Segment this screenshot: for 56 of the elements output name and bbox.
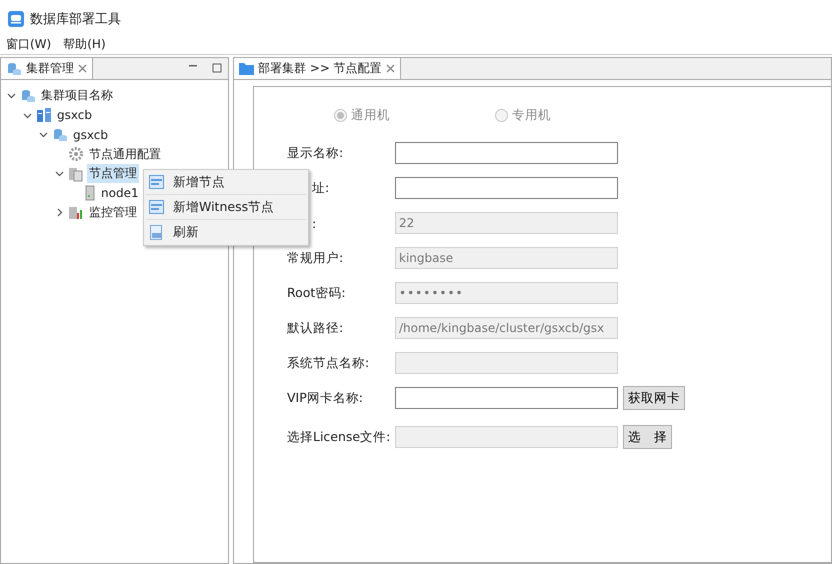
chevron-icon[interactable] bbox=[38, 130, 48, 140]
form-icon bbox=[149, 200, 164, 214]
tree-item[interactable]: gsxcb bbox=[71, 126, 110, 143]
editor-tab[interactable]: 部署集群 >> 节点配置 bbox=[234, 58, 401, 79]
input-field[interactable] bbox=[395, 177, 618, 199]
tree-item[interactable]: gsxcb bbox=[55, 107, 94, 124]
close-icon[interactable] bbox=[386, 64, 395, 73]
context-menu-item[interactable]: 刷新 bbox=[146, 220, 306, 245]
action-button[interactable]: 选 择 bbox=[623, 425, 672, 449]
gear-icon bbox=[68, 146, 84, 162]
input-field[interactable] bbox=[395, 142, 618, 164]
tree-item[interactable]: 监控管理 bbox=[87, 203, 139, 222]
chevron-icon[interactable] bbox=[6, 91, 16, 100]
field-label: 显示名称: bbox=[287, 144, 344, 162]
close-icon[interactable] bbox=[78, 64, 87, 73]
panel-tab[interactable]: 集群管理 bbox=[1, 58, 93, 79]
field-label: 常规用户: bbox=[287, 250, 344, 266]
radio-icon[interactable] bbox=[334, 109, 347, 122]
field-label: 址: bbox=[311, 180, 330, 196]
server-icon bbox=[68, 166, 84, 182]
field-label: : bbox=[311, 216, 318, 230]
input-field[interactable]: 22 bbox=[395, 212, 618, 234]
input-field[interactable]: kingbase bbox=[395, 247, 618, 269]
chevron-icon[interactable] bbox=[54, 169, 64, 178]
server-icon bbox=[84, 185, 96, 202]
document-icon bbox=[149, 225, 164, 240]
maximize-icon[interactable] bbox=[212, 63, 222, 73]
form-icon bbox=[149, 175, 164, 189]
menu-item[interactable]: 帮助(H) bbox=[63, 36, 106, 52]
database-icon bbox=[52, 126, 68, 143]
tree-item[interactable]: 节点通用配置 bbox=[87, 144, 163, 164]
window-title: 数据库部署工具 bbox=[30, 11, 121, 28]
input-field[interactable] bbox=[395, 387, 618, 409]
app-icon bbox=[8, 11, 24, 27]
chart-icon bbox=[68, 204, 84, 221]
field-label: 系统节点名称: bbox=[287, 354, 370, 372]
tree-item[interactable]: 节点管理 bbox=[87, 164, 139, 184]
database-icon bbox=[6, 60, 22, 76]
chevron-icon[interactable] bbox=[54, 208, 64, 218]
input-field[interactable]: /home/kingbase/cluster/gsxcb/gsx bbox=[395, 317, 618, 339]
context-menu-item[interactable]: 新增节点 bbox=[146, 170, 306, 195]
server-icon bbox=[36, 107, 52, 124]
field-label: VIP网卡名称: bbox=[287, 390, 364, 406]
menu-item[interactable]: 窗口(W) bbox=[6, 36, 52, 52]
tree-item[interactable]: 集群项目名称 bbox=[39, 86, 115, 106]
database-icon bbox=[20, 88, 36, 104]
password-field[interactable]: •••••••• bbox=[395, 282, 618, 304]
chevron-icon[interactable] bbox=[22, 110, 32, 120]
field-label: Root密码: bbox=[287, 284, 347, 302]
field-label: 选择License文件: bbox=[287, 428, 392, 446]
folder-icon bbox=[239, 62, 254, 75]
field-label: 默认路径: bbox=[287, 320, 344, 336]
action-button[interactable]: 获取网卡 bbox=[623, 386, 685, 410]
context-menu-item[interactable]: 新增Witness节点 bbox=[146, 195, 306, 220]
tree-item[interactable]: node1 bbox=[99, 185, 141, 202]
radio-icon[interactable] bbox=[495, 109, 508, 122]
